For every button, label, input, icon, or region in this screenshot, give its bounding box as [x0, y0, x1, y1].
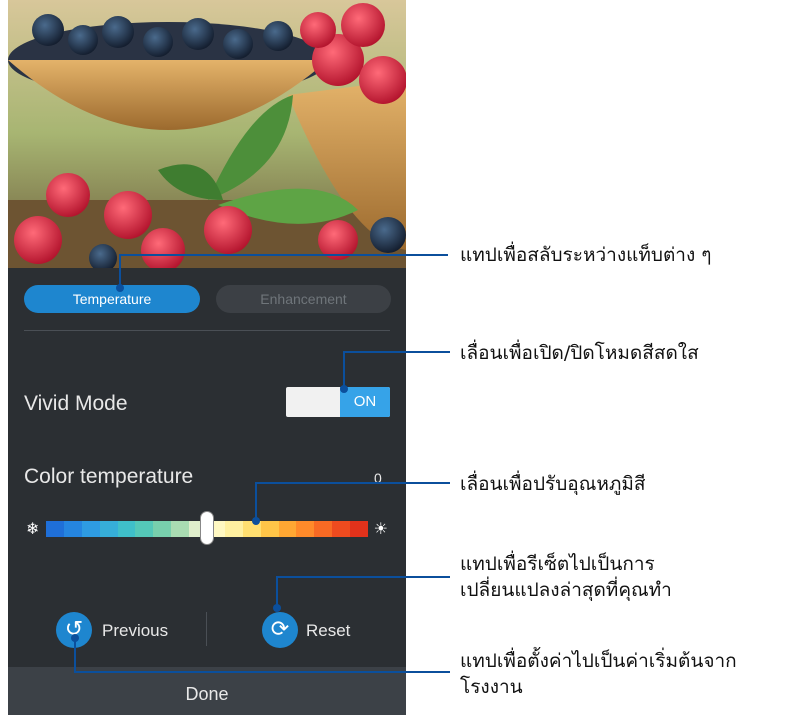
slider-segment	[171, 521, 190, 537]
slider-segment	[81, 521, 100, 537]
action-row: ↺ Previous ⟳ Reset	[8, 608, 406, 654]
reset-button[interactable]: ⟳	[262, 612, 298, 648]
annotation-reset-line1: แทปเพื่อรีเซ็ตไปเป็นการ	[460, 553, 655, 575]
undo-icon: ↺	[64, 617, 84, 642]
tab-bar: Temperature Enhancement	[24, 285, 391, 315]
slider-segment	[63, 521, 82, 537]
slider-segment	[314, 521, 333, 537]
annotation-reset: แทปเพื่อรีเซ็ตไปเป็นการ เปลี่ยนแปลงล่าสุ…	[460, 551, 672, 603]
slider-segment	[99, 521, 118, 537]
annotation-previous-line2: โรงงาน	[460, 676, 523, 698]
annotation-previous: แทปเพื่อตั้งค่าไปเป็นค่าเริ่มต้นจาก โรงง…	[460, 648, 737, 700]
sun-icon: ☀	[373, 519, 388, 538]
done-button[interactable]: Done	[8, 667, 406, 715]
color-temperature-label: Color temperature	[24, 465, 194, 488]
previous-button[interactable]: ↺	[56, 612, 92, 648]
slider-segment	[278, 521, 297, 537]
color-temperature-slider[interactable]: ❄ ☀	[24, 511, 390, 545]
annotation-previous-line1: แทปเพื่อตั้งค่าไปเป็นค่าเริ่มต้นจาก	[460, 650, 737, 672]
annotation-temperature: เลื่อนเพื่อปรับอุณหภูมิสี	[460, 473, 646, 495]
slider-segment	[296, 521, 315, 537]
slider-segment	[260, 521, 279, 537]
preview-image	[8, 0, 406, 268]
button-separator	[206, 612, 207, 646]
slider-thumb[interactable]	[200, 511, 214, 545]
previous-label[interactable]: Previous	[102, 621, 168, 641]
reset-label[interactable]: Reset	[306, 621, 350, 641]
snowflake-icon: ❄	[26, 519, 40, 538]
slider-segment	[332, 521, 351, 537]
annotation-tabs: แทปเพื่อสลับระหว่างแท็บต่าง ๆ	[460, 244, 712, 266]
annotation-vivid: เลื่อนเพื่อเปิด/ปิดโหมดสีสดใส	[460, 342, 699, 364]
tab-enhancement[interactable]: Enhancement	[216, 285, 391, 313]
slider-segment	[350, 521, 369, 537]
annotation-reset-line2: เปลี่ยนแปลงล่าสุดที่คุณทำ	[460, 579, 672, 601]
slider-segment	[153, 521, 172, 537]
divider	[24, 330, 390, 331]
slider-segment	[224, 521, 243, 537]
vivid-mode-switch[interactable]: ON	[286, 387, 390, 417]
slider-segment	[135, 521, 154, 537]
tab-temperature[interactable]: Temperature	[24, 285, 200, 313]
switch-on-label: ON	[340, 387, 390, 417]
color-temperature-value: 0	[374, 470, 382, 486]
slider-segment	[46, 521, 64, 537]
slider-segment	[242, 521, 261, 537]
phone-screen: Temperature Enhancement Vivid Mode ON Co…	[8, 0, 406, 715]
slider-segment	[117, 521, 136, 537]
refresh-icon: ⟳	[270, 617, 290, 642]
vivid-mode-label: Vivid Mode	[24, 392, 128, 415]
